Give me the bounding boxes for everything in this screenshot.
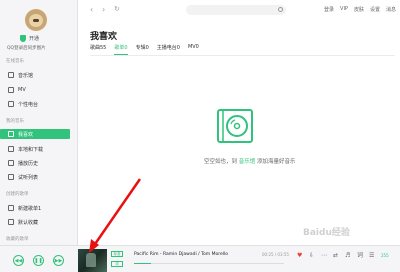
top-links: 登录 VIP 皮肤 设置 消息 [324,6,396,13]
sidebar-item-label: 默认收藏 [18,219,39,226]
section-online-title: 在线音乐 [6,59,24,64]
heart-icon[interactable]: ♥ [297,253,303,259]
sidebar: 开通 QQ登录后同步图片 在线音乐 音乐馆 MV 个性电台 我的音乐 我喜欢 本… [0,0,78,245]
playlist-icon[interactable]: ☰ [369,253,375,259]
topbar: ‹ › ↻ 登录 VIP 皮肤 设置 消息 [78,0,400,20]
history-icon [8,160,14,166]
sidebar-item-label: 播放历史 [18,160,39,167]
next-button[interactable]: ▶▶ [53,255,64,266]
watermark: Baidu经验 [303,228,350,238]
lyric-tag[interactable]: 词 [111,261,123,267]
section-collected-title: 收藏的歌单 [6,237,29,242]
section-mine-title: 我的音乐 [6,119,24,124]
radio-icon [8,101,14,107]
sidebar-item-trial[interactable]: 试听列表 [0,172,70,182]
song-name[interactable]: Pacific Rim - Ramin Djawadi / Tom Morell… [134,252,228,257]
top-link-vip[interactable]: VIP [340,6,348,13]
level-label[interactable]: 开通 [29,35,39,42]
sidebar-item-label: 试听列表 [18,174,39,181]
more-icon[interactable]: ⋯ [321,253,327,259]
download-icon [8,146,14,152]
empty-text-after: 添加海量好音乐 [257,159,296,165]
back-icon[interactable]: ‹ [90,5,93,14]
sidebar-item-label: 个性电台 [18,101,39,108]
search-icon[interactable] [278,7,283,12]
sidebar-item-radio[interactable]: 个性电台 [0,99,70,109]
search-input[interactable] [186,5,286,15]
tab-mv[interactable]: MV0 [188,44,199,55]
music-hall-icon [8,72,14,78]
vip-shield-icon [20,35,26,42]
prev-button[interactable]: ◀◀ [13,255,24,266]
sidebar-item-label: 本地和下载 [18,146,44,153]
sidebar-item-playlist-new[interactable]: 新建歌单1 [0,203,70,213]
sidebar-item-label: 音乐馆 [18,72,34,79]
download-icon[interactable]: ⇩ [309,253,315,259]
empty-text-before: 空空如也，到 [204,159,238,165]
disc-case-icon [217,109,253,143]
progress-bar[interactable] [134,263,284,264]
heart-icon [8,131,14,137]
playlist-count[interactable]: 255 [381,253,395,259]
login-hint: QQ登录后同步图片 [7,46,46,51]
sidebar-item-label: MV [18,87,26,93]
refresh-icon[interactable]: ↻ [114,5,120,13]
mv-icon [8,87,14,93]
pause-button[interactable]: ❚❚ [33,255,44,266]
sidebar-item-default-fav[interactable]: 默认收藏 [0,217,70,227]
tabs: 歌曲55 歌单0 专辑0 主播电台0 MV0 [90,44,199,55]
sidebar-item-history[interactable]: 播放历史 [0,158,70,168]
lyric-icon[interactable]: 词 [357,253,363,259]
play-time: 00:25 / 03:55 [262,252,289,257]
playlist-icon [8,219,14,225]
page-title: 我喜欢 [90,32,118,42]
tab-songs[interactable]: 歌曲55 [90,44,106,55]
empty-message: 空空如也，到 音乐馆 添加海量好音乐 [204,157,296,165]
forward-icon[interactable]: › [102,5,105,14]
top-link-login[interactable]: 登录 [324,6,334,13]
sidebar-item-label: 新建歌单1 [18,205,42,212]
section-created-title: 创建的歌单 [6,192,29,197]
level-row: 开通 [20,35,39,42]
tab-albums[interactable]: 专辑0 [136,44,149,55]
progress-fill [134,263,151,264]
playlist-icon [8,205,14,211]
sidebar-item-music-hall[interactable]: 音乐馆 [0,70,70,80]
avatar[interactable] [25,9,47,31]
tabs-divider [90,55,395,56]
player-right-controls: ♥ ⇩ ⋯ ⇄ ♬ 词 ☰ 255 [297,253,395,259]
sidebar-item-favorites[interactable]: 我喜欢 [0,129,70,139]
red-arrow-annotation [89,178,142,253]
music-hall-link[interactable]: 音乐馆 [239,159,256,165]
top-link-settings[interactable]: 设置 [370,6,380,13]
list-icon [8,174,14,180]
top-link-messages[interactable]: 消息 [386,6,396,13]
shuffle-icon[interactable]: ⇄ [333,253,339,259]
sidebar-item-local[interactable]: 本地和下载 [0,144,70,154]
tab-radio[interactable]: 主播电台0 [157,44,180,55]
top-link-skin[interactable]: 皮肤 [354,6,364,13]
sidebar-item-label: 我喜欢 [18,131,34,138]
sidebar-item-mv[interactable]: MV [0,85,70,95]
tab-playlists[interactable]: 歌单0 [114,44,128,55]
volume-icon[interactable]: ♬ [345,253,351,259]
